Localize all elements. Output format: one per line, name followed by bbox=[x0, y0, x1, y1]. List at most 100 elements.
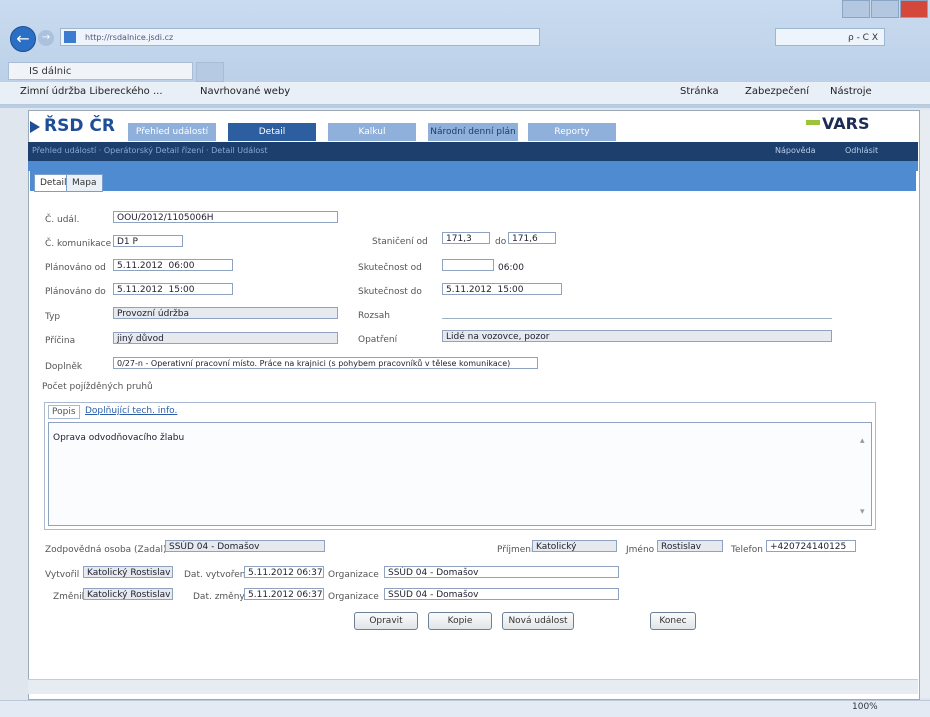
scroll-up-icon[interactable]: ▴ bbox=[860, 436, 865, 446]
planovano-od-time: 06:00 bbox=[168, 261, 195, 271]
label-pocet-pruhu: Počet pojížděných pruhů bbox=[42, 382, 153, 392]
kopie-button[interactable]: Kopie bbox=[428, 612, 492, 630]
label-rozsah: Rozsah bbox=[358, 311, 390, 321]
field-opatreni[interactable]: Lidé na vozovce, pozor bbox=[442, 330, 832, 342]
field-planovano-do[interactable]: 5.11.2012 15:00 bbox=[113, 283, 233, 295]
horizontal-scrollbar[interactable] bbox=[28, 679, 918, 694]
label-planovano-do: Plánováno do bbox=[45, 287, 106, 297]
planovano-do-time: 15:00 bbox=[168, 285, 195, 295]
maximize-button[interactable] bbox=[871, 0, 899, 18]
address-prefix: http:// bbox=[85, 33, 110, 42]
favorite-link-1[interactable]: Zimní údržba Libereckého ... bbox=[20, 86, 163, 97]
description-text: Oprava odvodňovacího žlabu bbox=[53, 433, 185, 443]
new-tab-button[interactable] bbox=[196, 62, 224, 82]
field-prijmeni[interactable]: Katolický bbox=[532, 540, 617, 552]
field-doplnek[interactable]: 0/27-n - Operativní pracovní místo. Prác… bbox=[113, 357, 538, 369]
toolbar-stranka[interactable]: Stránka bbox=[680, 86, 719, 97]
planovano-do-date: 5.11.2012 bbox=[117, 285, 163, 295]
field-organizace-2[interactable]: SSÚD 04 - Domašov bbox=[384, 588, 619, 600]
brand-logo: VARS bbox=[822, 114, 870, 133]
planovano-od-date: 5.11.2012 bbox=[117, 261, 163, 271]
field-pricina[interactable]: jiný důvod bbox=[113, 332, 338, 344]
help-link[interactable]: Nápověda bbox=[775, 146, 816, 155]
label-organizace-2: Organizace bbox=[328, 592, 379, 602]
field-skutecnost-do[interactable]: 5.11.2012 15:00 bbox=[442, 283, 562, 295]
logout-link[interactable]: Odhlásit bbox=[845, 146, 878, 155]
field-dat-zmeny[interactable]: 5.11.2012 06:37 bbox=[244, 588, 324, 600]
vars-accent-icon bbox=[806, 120, 820, 125]
label-planovano-od: Plánováno od bbox=[45, 263, 106, 273]
field-zmenil[interactable]: Katolický Rostislav bbox=[83, 588, 173, 600]
label-cislo: Č. udál. bbox=[45, 215, 80, 225]
nav-tab-prehled[interactable]: Přehled událostí bbox=[128, 123, 216, 141]
toolbar-nastroje[interactable]: Nástroje bbox=[830, 86, 872, 97]
field-telefon[interactable]: +420724140125 bbox=[766, 540, 856, 552]
forward-button[interactable]: → bbox=[38, 30, 54, 46]
skutecnost-od-time: 06:00 bbox=[498, 263, 524, 273]
label-vytvoril: Vytvořil bbox=[45, 570, 80, 580]
field-planovano-od[interactable]: 5.11.2012 06:00 bbox=[113, 259, 233, 271]
back-button[interactable]: ← bbox=[10, 26, 36, 52]
subtab-bar bbox=[30, 171, 916, 191]
label-skutecnost-do: Skutečnost do bbox=[358, 287, 422, 297]
label-doplnek: Doplněk bbox=[45, 362, 83, 372]
field-komunikace[interactable]: D1 P bbox=[113, 235, 183, 247]
inner-tab-popis[interactable]: Popis bbox=[48, 405, 80, 419]
skutecnost-do-date: 5.11.2012 bbox=[446, 285, 492, 295]
label-zodpovedna: Zodpovědná osoba (Zadal) bbox=[45, 545, 167, 555]
field-organizace-1[interactable]: SSÚD 04 - Domašov bbox=[384, 566, 619, 578]
label-dat-zmeny: Dat. změny bbox=[193, 592, 245, 602]
nav-tab-reporty[interactable]: Reporty bbox=[528, 123, 616, 141]
window-buttons[interactable] bbox=[842, 0, 930, 18]
field-jmeno[interactable]: Rostislav bbox=[657, 540, 723, 552]
konec-button[interactable]: Konec bbox=[650, 612, 696, 630]
panel-header bbox=[28, 161, 918, 171]
toolbar-zabezpeceni[interactable]: Zabezpečení bbox=[745, 86, 809, 97]
label-jmeno: Jméno bbox=[626, 545, 655, 555]
inner-tab-tech-info[interactable]: Doplňující tech. info. bbox=[82, 405, 180, 417]
address-host: rsdalnice.jsdi.cz bbox=[109, 33, 174, 42]
close-button[interactable] bbox=[900, 0, 928, 18]
label-opatreni: Opatření bbox=[358, 335, 398, 345]
favorite-link-2[interactable]: Navrhované weby bbox=[200, 86, 290, 97]
field-staniceni-do[interactable]: 171,6 bbox=[508, 232, 556, 244]
field-cislo[interactable]: OOU/2012/1105006H bbox=[113, 211, 338, 223]
breadcrumb[interactable]: Přehled událostí · Operátorský Detail ří… bbox=[32, 146, 268, 155]
field-typ[interactable]: Provozní údržba bbox=[113, 307, 338, 319]
logo-arrow-icon bbox=[30, 121, 40, 133]
subtab-mapa[interactable]: Mapa bbox=[66, 174, 103, 192]
label-do: do bbox=[495, 237, 507, 247]
label-pricina: Příčina bbox=[45, 336, 76, 346]
address-actions[interactable]: ρ - C X bbox=[775, 28, 885, 46]
field-zodpovedna[interactable]: SSÚD 04 - Domašov bbox=[165, 540, 325, 552]
field-dat-vytvoreni[interactable]: 5.11.2012 06:37 bbox=[244, 566, 324, 578]
nav-tab-detail[interactable]: Detail bbox=[228, 123, 316, 141]
label-komunikace: Č. komunikace bbox=[45, 239, 112, 249]
status-bar bbox=[0, 700, 930, 717]
field-skutecnost-od-date[interactable] bbox=[442, 259, 494, 271]
browser-tab[interactable]: IS dálnic bbox=[8, 62, 193, 80]
nova-udalost-button[interactable]: Nová událost bbox=[502, 612, 574, 630]
opravit-button[interactable]: Opravit bbox=[354, 612, 418, 630]
label-dat-vytvoreni: Dat. vytvoření bbox=[184, 570, 248, 580]
label-telefon: Telefon bbox=[731, 545, 763, 555]
address-bar[interactable]: http://rsdalnice.jsdi.cz bbox=[60, 28, 540, 46]
label-staniceni-od: Staničení od bbox=[372, 237, 428, 247]
label-prijmeni: Příjmení bbox=[497, 545, 534, 555]
tab-title: IS dálnic bbox=[29, 66, 72, 77]
field-staniceni-od[interactable]: 171,3 bbox=[442, 232, 490, 244]
field-vytvoril[interactable]: Katolický Rostislav bbox=[83, 566, 173, 578]
page-icon bbox=[64, 31, 76, 43]
minimize-button[interactable] bbox=[842, 0, 870, 18]
skutecnost-do-time: 15:00 bbox=[497, 285, 524, 295]
vertical-scrollbar[interactable] bbox=[920, 110, 930, 698]
label-organizace-1: Organizace bbox=[328, 570, 379, 580]
scroll-down-icon[interactable]: ▾ bbox=[860, 507, 865, 517]
logo: ŘSD ČR bbox=[44, 116, 115, 136]
field-rozsah[interactable] bbox=[442, 307, 832, 319]
nav-tab-ndp[interactable]: Národní denní plán bbox=[428, 123, 518, 141]
zoom-level[interactable]: 100% bbox=[852, 702, 878, 712]
nav-tab-kalkul[interactable]: Kalkul bbox=[328, 123, 416, 141]
label-skutecnost-od: Skutečnost od bbox=[358, 263, 422, 273]
label-typ: Typ bbox=[45, 312, 61, 322]
